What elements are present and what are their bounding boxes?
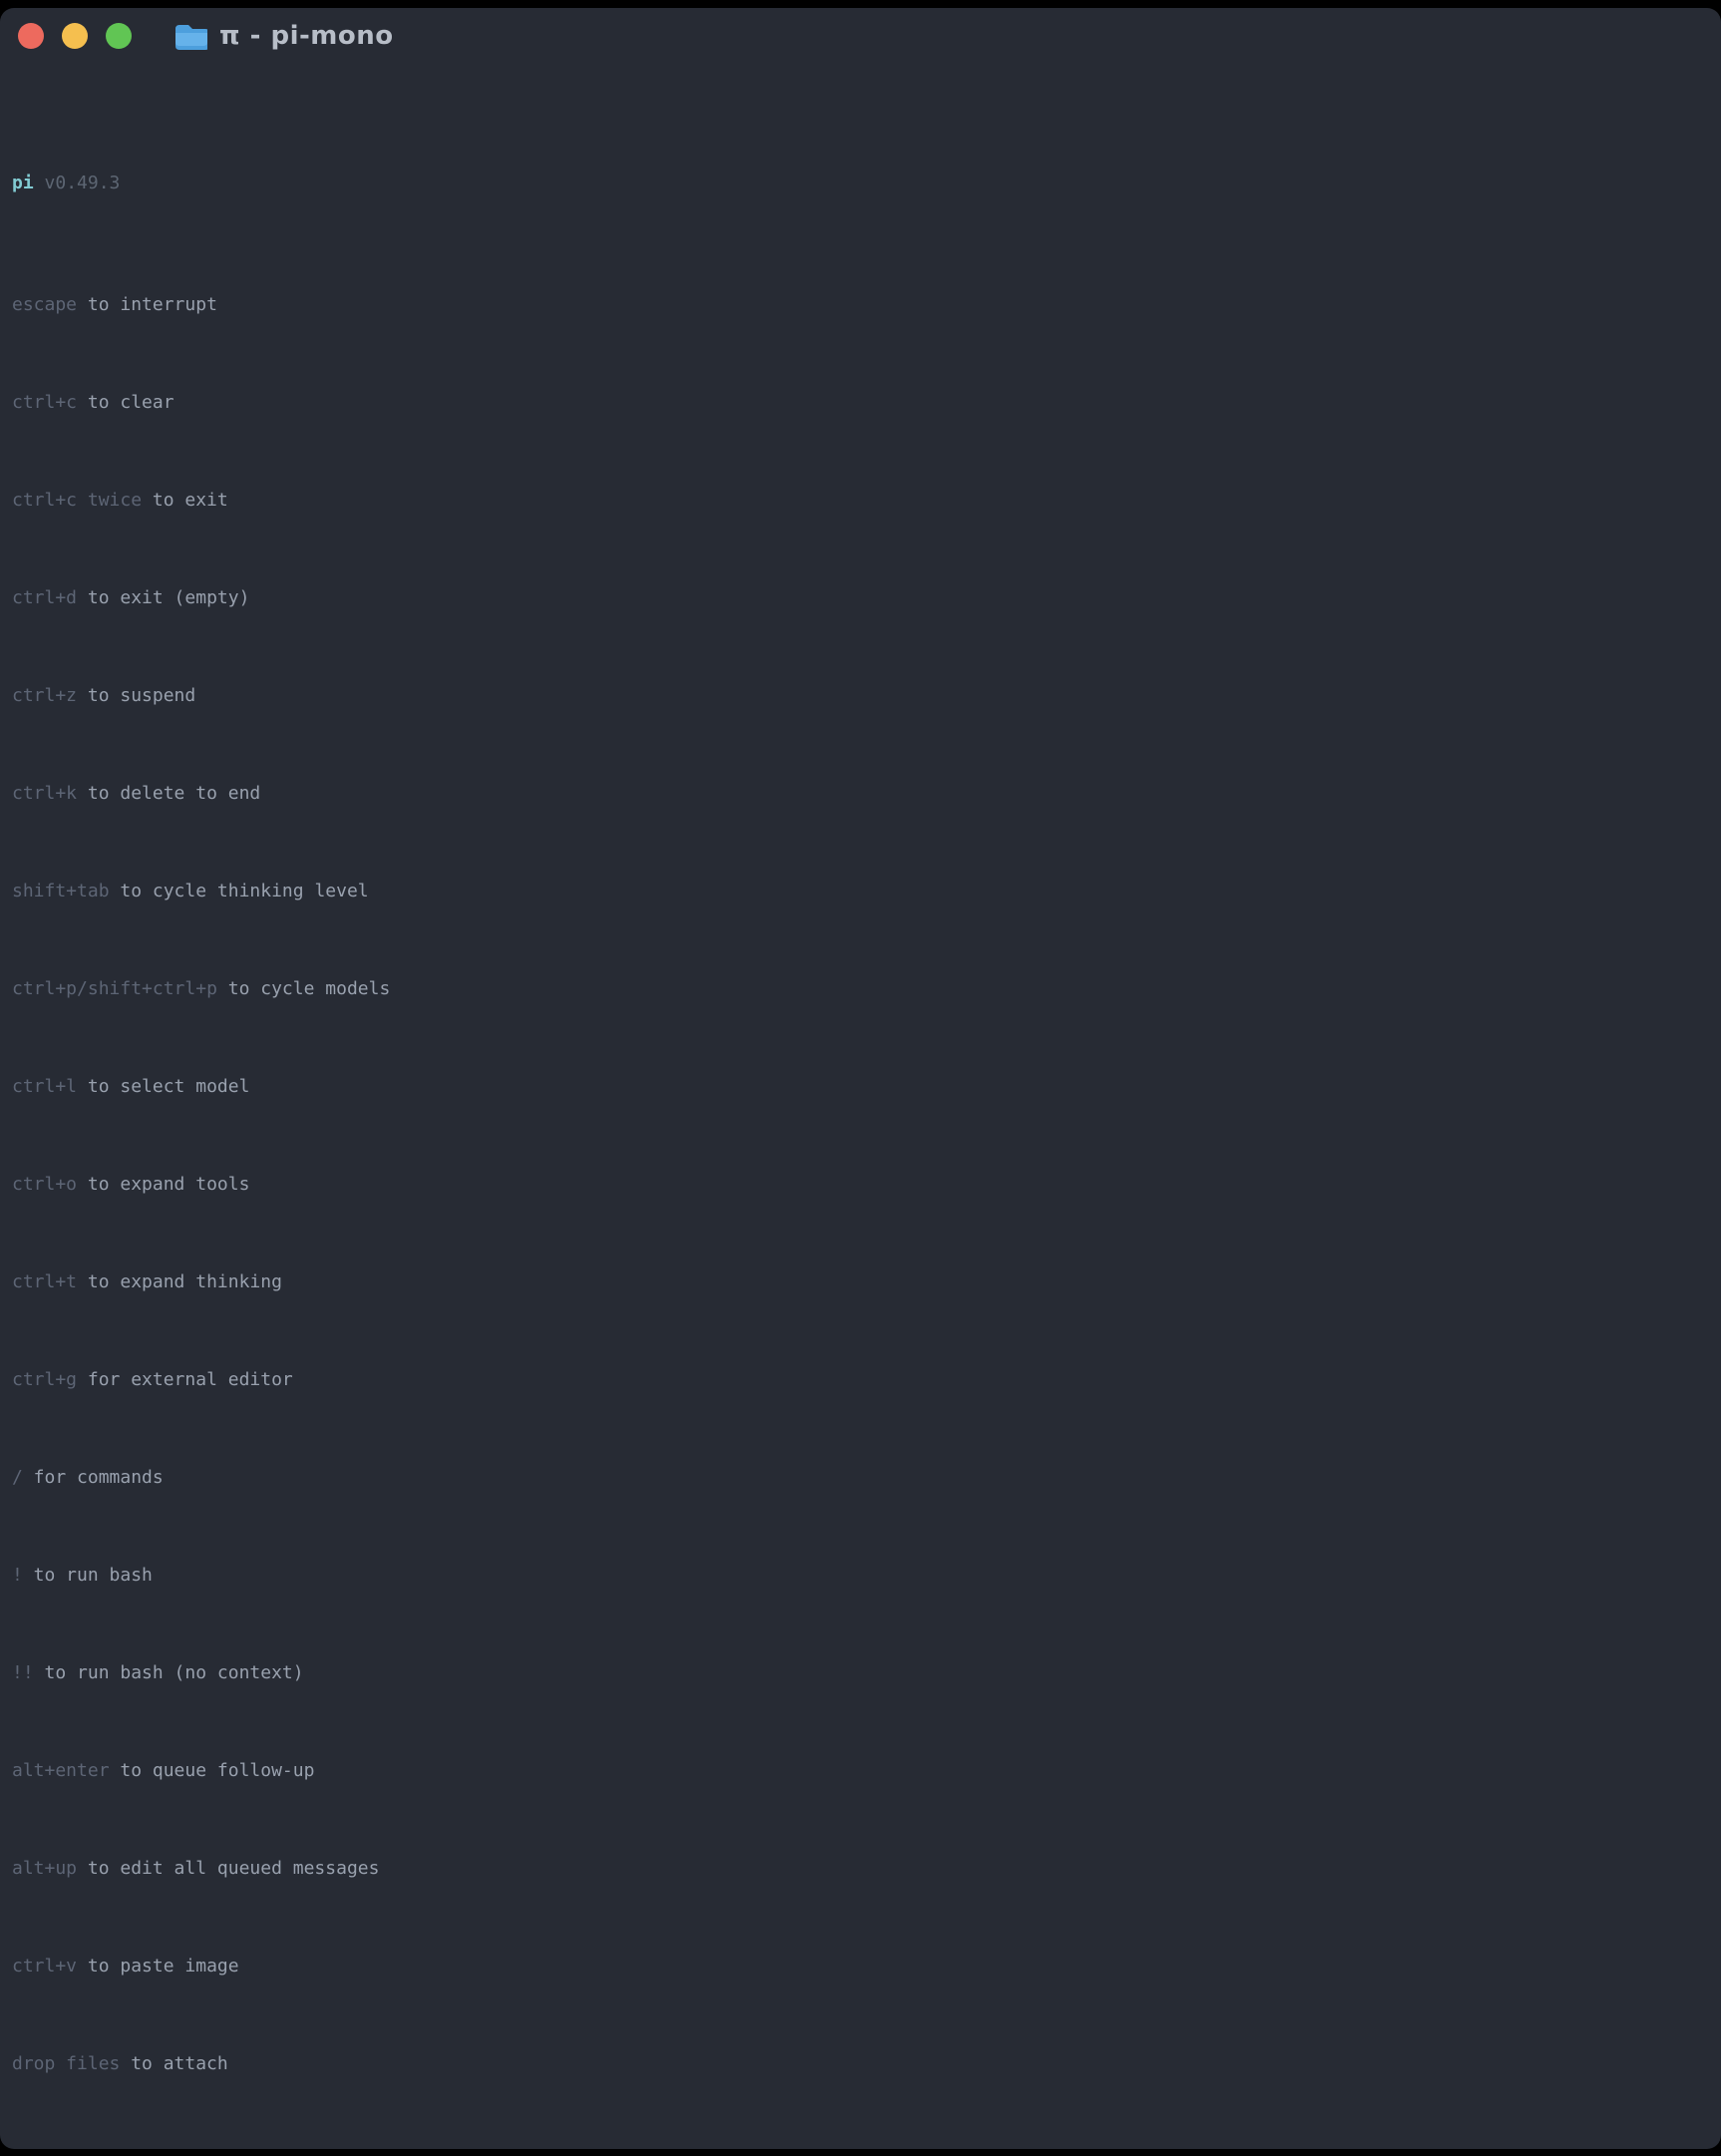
shortcut-hint: alt+up to edit all queued messages bbox=[0, 1857, 1721, 1882]
shortcut-description: to run bash (no context) bbox=[45, 1662, 304, 1683]
terminal-content: pi v0.49.3 escape to interrupt ctrl+c to cl… bbox=[0, 64, 1721, 2149]
shortcut-description: to cycle models bbox=[228, 978, 391, 999]
window-title: π - pi-mono bbox=[219, 24, 394, 49]
shortcut-description: to run bash bbox=[34, 1565, 153, 1586]
shortcut-description: to edit all queued messages bbox=[88, 1858, 380, 1879]
shortcut-key: / bbox=[12, 1467, 23, 1488]
shortcut-key: drop files bbox=[12, 2053, 120, 2074]
shortcut-hint: !! to run bash (no context) bbox=[0, 1661, 1721, 1686]
shortcut-description: to exit bbox=[153, 490, 228, 511]
shortcut-description: to cycle thinking level bbox=[120, 881, 368, 901]
shortcut-description: to suspend bbox=[88, 685, 195, 706]
close-button[interactable] bbox=[18, 23, 44, 49]
shortcut-description: to expand tools bbox=[88, 1174, 250, 1195]
shortcut-key: alt+up bbox=[12, 1858, 77, 1879]
shortcut-hint: ctrl+d to exit (empty) bbox=[0, 586, 1721, 611]
shortcut-description: to delete to end bbox=[88, 783, 260, 804]
shortcut-key: shift+tab bbox=[12, 881, 110, 901]
shortcut-key: ctrl+k bbox=[12, 783, 77, 804]
shortcut-description: to expand thinking bbox=[88, 1271, 282, 1292]
shortcut-key: ctrl+v bbox=[12, 1956, 77, 1976]
shortcut-hint: ctrl+v to paste image bbox=[0, 1955, 1721, 1979]
shortcut-description: to queue follow-up bbox=[120, 1760, 314, 1781]
folder-icon bbox=[173, 22, 207, 50]
shortcut-hint: ctrl+z to suspend bbox=[0, 684, 1721, 709]
shortcut-key: ctrl+p/shift+ctrl+p bbox=[12, 978, 217, 999]
shortcut-hint: escape to interrupt bbox=[0, 293, 1721, 318]
shortcut-key: ctrl+c twice bbox=[12, 490, 142, 511]
shortcut-hint: ctrl+k to delete to end bbox=[0, 782, 1721, 807]
shortcut-key: ctrl+o bbox=[12, 1174, 77, 1195]
shortcut-hint: ctrl+p/shift+ctrl+p to cycle models bbox=[0, 977, 1721, 1002]
traffic-lights bbox=[18, 23, 132, 49]
app-name: pi bbox=[12, 173, 34, 193]
shortcut-hint: alt+enter to queue follow-up bbox=[0, 1759, 1721, 1784]
shortcut-key: ctrl+l bbox=[12, 1076, 77, 1097]
shortcut-key: ctrl+d bbox=[12, 587, 77, 608]
shortcut-hint: ctrl+c to clear bbox=[0, 391, 1721, 416]
shortcut-hint: ctrl+c twice to exit bbox=[0, 489, 1721, 514]
shortcut-hint: ! to run bash bbox=[0, 1564, 1721, 1589]
shortcut-hint: ctrl+l to select model bbox=[0, 1075, 1721, 1100]
minimize-button[interactable] bbox=[62, 23, 88, 49]
shortcut-key: ! bbox=[12, 1565, 23, 1586]
shortcut-description: for external editor bbox=[88, 1369, 293, 1390]
shortcut-key: escape bbox=[12, 294, 77, 315]
shortcut-hint: ctrl+t to expand thinking bbox=[0, 1270, 1721, 1295]
shortcut-hint: drop files to attach bbox=[0, 2052, 1721, 2077]
zoom-button[interactable] bbox=[106, 23, 132, 49]
shortcut-hint: ctrl+o to expand tools bbox=[0, 1173, 1721, 1198]
app-version-line: pi v0.49.3 bbox=[0, 172, 1721, 196]
shortcut-hint: ctrl+g for external editor bbox=[0, 1368, 1721, 1393]
shortcut-description: for commands bbox=[34, 1467, 164, 1488]
shortcut-description: to clear bbox=[88, 392, 174, 413]
shortcut-key: alt+enter bbox=[12, 1760, 110, 1781]
shortcut-description: to exit (empty) bbox=[88, 587, 250, 608]
shortcut-hint: / for commands bbox=[0, 1466, 1721, 1491]
shortcut-key: ctrl+z bbox=[12, 685, 77, 706]
shortcut-description: to interrupt bbox=[88, 294, 217, 315]
title-bar[interactable]: π - pi-mono bbox=[0, 8, 1721, 64]
shortcut-key: ctrl+c bbox=[12, 392, 77, 413]
shortcut-key: ctrl+g bbox=[12, 1369, 77, 1390]
shortcut-key: !! bbox=[12, 1662, 34, 1683]
shortcut-key: ctrl+t bbox=[12, 1271, 77, 1292]
shortcut-description: to select model bbox=[88, 1076, 250, 1097]
shortcut-description: to paste image bbox=[88, 1956, 239, 1976]
terminal-window: π - pi-mono pi v0.49.3 escape to interrupt… bbox=[0, 8, 1721, 2149]
shortcut-hint: shift+tab to cycle thinking level bbox=[0, 880, 1721, 904]
shortcut-description: to attach bbox=[131, 2053, 228, 2074]
app-version: v0.49.3 bbox=[45, 173, 121, 193]
